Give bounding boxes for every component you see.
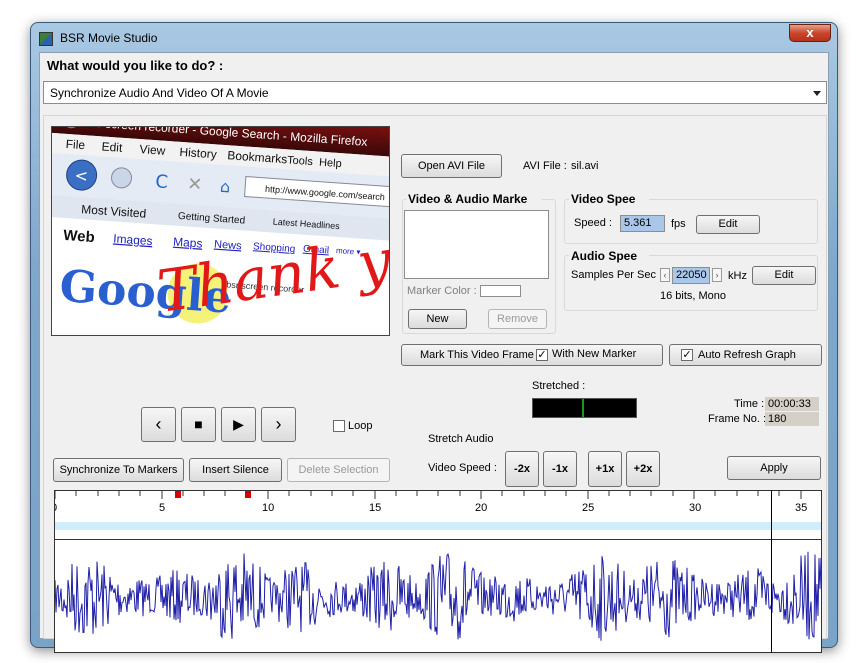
preview-tab-images: Images	[113, 231, 153, 248]
markers-group-title: Video & Audio Marke	[406, 192, 542, 206]
timeline-label-25: 25	[582, 502, 595, 514]
stretch-minus-1x-button[interactable]: -1x	[543, 451, 577, 487]
mark-frame-label: Mark This Video Frame	[420, 349, 534, 361]
video-speed-input[interactable]: 5.361	[620, 215, 665, 232]
task-dropdown[interactable]: Synchronize Audio And Video Of A Movie	[43, 81, 827, 104]
stretched-indicator	[532, 398, 637, 418]
prev-frame-button[interactable]: ‹	[141, 407, 176, 442]
samples-unit: kHz	[728, 270, 747, 282]
audio-speed-title: Audio Spee	[569, 249, 649, 263]
stretch-audio-title: Stretch Audio	[428, 433, 494, 445]
audio-format: 16 bits, Mono	[660, 290, 727, 302]
loop-label: Loop	[348, 420, 373, 432]
play-icon: ▶	[233, 416, 244, 432]
video-preview: bsr screen recorder - Google Search - Mo…	[51, 126, 390, 336]
stretch-plus-2x-button[interactable]: +2x	[626, 451, 660, 487]
delete-selection-button[interactable]: Delete Selection	[287, 458, 390, 482]
task-question: What would you like to do? :	[47, 58, 224, 73]
timeline-label-15: 15	[369, 502, 382, 514]
svg-text:C: C	[155, 171, 169, 193]
preview-menu-edit: Edit	[101, 139, 123, 154]
stop-button[interactable]: ■	[181, 407, 216, 442]
stretch-plus-1x-button[interactable]: +1x	[588, 451, 622, 487]
new-marker-button[interactable]: New	[408, 309, 467, 329]
timeline-marker[interactable]	[245, 491, 251, 498]
loop-checkbox[interactable]	[333, 420, 345, 432]
play-button[interactable]: ▶	[221, 407, 256, 442]
auto-refresh-toggle[interactable]: ✓ Auto Refresh Graph	[669, 344, 822, 366]
samples-input[interactable]: 22050	[672, 267, 710, 284]
timeline-ticks	[55, 491, 802, 499]
remove-marker-button[interactable]: Remove	[488, 309, 547, 329]
stretched-label: Stretched :	[532, 380, 586, 392]
with-new-marker-label: With New Marker	[552, 348, 637, 360]
insert-silence-button[interactable]: Insert Silence	[189, 458, 282, 482]
chevron-left-icon: ‹	[155, 414, 162, 434]
preview-menu-file: File	[65, 137, 86, 152]
avi-file-name: sil.avi	[571, 160, 599, 172]
waveform-trace	[55, 551, 821, 641]
with-new-marker-checkbox[interactable]: ✓	[536, 349, 548, 361]
auto-refresh-label: Auto Refresh Graph	[698, 349, 796, 361]
audio-speed-edit-button[interactable]: Edit	[752, 266, 816, 285]
marker-list[interactable]	[404, 210, 549, 279]
preview-menu-help: Help	[319, 157, 342, 171]
open-avi-button[interactable]: Open AVI File	[401, 154, 502, 178]
apply-button[interactable]: Apply	[727, 456, 821, 480]
video-speed-label: Speed :	[574, 217, 612, 229]
frame-label: Frame No. :	[708, 413, 767, 425]
window-title: BSR Movie Studio	[60, 31, 158, 45]
audio-waveform[interactable]	[54, 539, 822, 653]
timeline-label-35: 35	[795, 502, 808, 514]
app-icon	[39, 32, 53, 46]
video-speed-title: Video Spee	[569, 192, 649, 206]
svg-text:✕: ✕	[187, 173, 204, 195]
task-dropdown-value: Synchronize Audio And Video Of A Movie	[50, 86, 269, 100]
video-speed-unit: fps	[671, 218, 686, 230]
preview-menu-view: View	[139, 142, 166, 158]
timeline-label-30: 30	[689, 502, 702, 514]
svg-text:⌂: ⌂	[220, 177, 231, 197]
timeline-label-10: 10	[262, 502, 275, 514]
samples-decrease-button[interactable]: ‹	[660, 268, 670, 282]
client-area: What would you like to do? : Synchronize…	[39, 52, 829, 653]
stretched-marker	[582, 399, 584, 417]
marker-color-swatch[interactable]	[480, 285, 521, 297]
timeline-label-5: 5	[159, 502, 166, 514]
preview-menu-history: History	[179, 145, 217, 162]
title-bar[interactable]: BSR Movie Studio x	[31, 23, 837, 53]
chevron-right-icon: ›	[275, 414, 282, 434]
mark-frame-button[interactable]: Mark This Video Frame ✓ With New Marker	[401, 344, 663, 366]
svg-text:<: <	[74, 166, 89, 186]
preview-tab-maps: Maps	[173, 235, 203, 251]
marker-color-label: Marker Color :	[407, 285, 477, 297]
timeline-marker[interactable]	[175, 491, 181, 498]
next-frame-button[interactable]: ›	[261, 407, 296, 442]
samples-increase-button[interactable]: ›	[712, 268, 722, 282]
playhead-cursor[interactable]	[771, 490, 772, 653]
samples-label: Samples Per Sec :	[571, 269, 663, 281]
preview-frame: bsr screen recorder - Google Search - Mo…	[52, 127, 389, 335]
timeline-label-0: 0	[55, 502, 57, 514]
stretch-video-speed-label: Video Speed :	[428, 462, 497, 474]
waveform-graph	[55, 551, 821, 641]
synchronize-button[interactable]: Synchronize To Markers	[53, 458, 184, 482]
stop-icon: ■	[194, 416, 203, 432]
preview-menu-tools: Tools	[287, 154, 314, 168]
auto-refresh-checkbox[interactable]: ✓	[681, 349, 693, 361]
frame-value: 180	[765, 412, 819, 426]
close-button[interactable]: x	[789, 24, 831, 42]
timeline-label-20: 20	[475, 502, 488, 514]
time-label: Time :	[734, 398, 765, 410]
avi-file-label: AVI File :	[523, 160, 567, 172]
video-speed-edit-button[interactable]: Edit	[696, 215, 760, 234]
chevron-down-icon	[813, 91, 821, 96]
app-window: BSR Movie Studio x What would you like t…	[30, 22, 838, 653]
stretch-minus-2x-button[interactable]: -2x	[505, 451, 539, 487]
time-value: 00:00:33	[765, 397, 819, 411]
timeline-ruler[interactable]: 0 5 10 15 20 25 30 35	[54, 490, 822, 540]
preview-tab-web: Web	[63, 227, 96, 246]
